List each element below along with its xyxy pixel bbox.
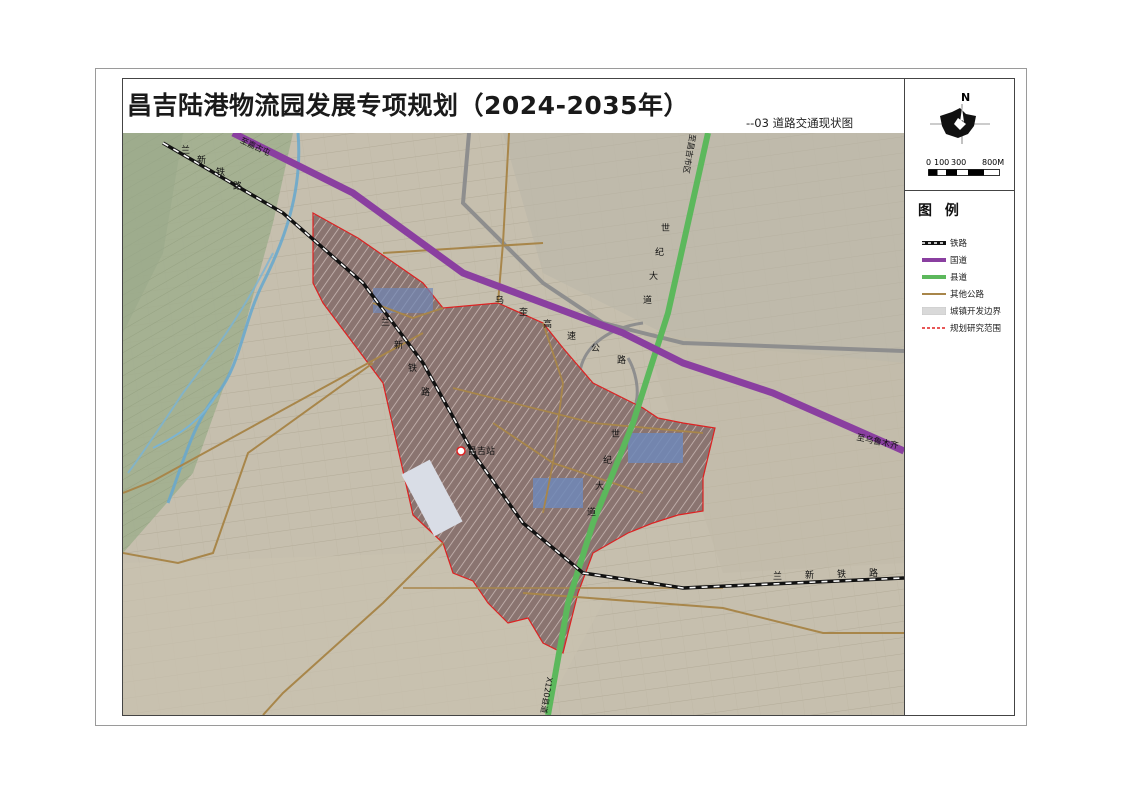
scale-bar xyxy=(928,169,1000,176)
label-avenue-south-2: 纪 xyxy=(603,456,613,466)
label-station: 昌吉站 xyxy=(468,447,496,457)
north-arrow-icon xyxy=(930,104,990,144)
map-area: 兰 新 铁 路 兰 新 铁 路 兰 新 铁 路 乌 奎 高 速 公 路 世 纪 … xyxy=(123,133,904,715)
label-expressway-5: 公 xyxy=(591,344,601,354)
label-avenue-north-4: 道 xyxy=(643,296,653,306)
label-expressway-3: 高 xyxy=(543,320,553,330)
north-label: N xyxy=(961,91,971,104)
label-rail-east-1: 兰 xyxy=(773,572,783,582)
legend-national-road-icon xyxy=(922,258,946,262)
legend-label-planning-scope: 规划研究范围 xyxy=(950,324,1002,334)
label-avenue-north-1: 世 xyxy=(661,224,671,234)
label-expressway-2: 奎 xyxy=(519,308,529,318)
legend-item-other-road: 其他公路 xyxy=(922,287,1012,301)
map-svg xyxy=(123,133,904,715)
warehouse-block xyxy=(533,478,583,508)
legend-item-urban-boundary: 城镇开发边界 xyxy=(922,304,1012,318)
label-expressway-4: 速 xyxy=(567,332,577,342)
label-avenue-south-4: 道 xyxy=(587,508,597,518)
legend-label-railway: 铁路 xyxy=(950,239,968,249)
legend-label-urban-boundary: 城镇开发边界 xyxy=(950,307,1002,317)
page-title: 昌吉陆港物流园发展专项规划（2024-2035年） xyxy=(127,91,690,120)
label-rail-east-4: 路 xyxy=(869,569,879,579)
label-rail-east-3: 铁 xyxy=(837,570,847,580)
label-expressway-1: 乌 xyxy=(495,296,505,306)
legend-title: 图 例 xyxy=(918,203,963,219)
label-rail-north-3: 铁 xyxy=(216,168,226,178)
label-rail-north-2: 新 xyxy=(197,156,207,166)
legend-other-road-icon xyxy=(922,293,946,295)
legend-item-county-road: 县道 xyxy=(922,270,1012,284)
scale-tick-100: 100 xyxy=(934,158,950,167)
legend-county-road-icon xyxy=(922,275,946,279)
legend-urban-boundary-icon xyxy=(922,307,946,315)
label-avenue-north-2: 纪 xyxy=(655,248,665,258)
label-rail-north-1: 兰 xyxy=(181,146,191,156)
scale-tick-300: 300 xyxy=(951,158,967,167)
legend-item-national-road: 国道 xyxy=(922,253,1012,267)
legend-label-national-road: 国道 xyxy=(950,256,968,266)
scale-tick-800: 800M xyxy=(982,158,1005,167)
side-separator xyxy=(905,190,1015,191)
legend-label-county-road: 县道 xyxy=(950,273,968,283)
legend-planning-scope-icon xyxy=(922,327,946,329)
scale-tick-0: 0 xyxy=(926,158,932,167)
legend-item-planning-scope: 规划研究范围 xyxy=(922,321,1012,335)
warehouse-block-east xyxy=(628,433,683,463)
label-rail-inner-3: 铁 xyxy=(408,364,418,374)
label-rail-north-4: 路 xyxy=(233,182,243,192)
station-marker xyxy=(456,446,466,456)
legend-label-other-road: 其他公路 xyxy=(950,290,985,300)
label-avenue-south-3: 大 xyxy=(595,482,605,492)
label-rail-inner-2: 新 xyxy=(394,341,404,351)
legend-railway-icon xyxy=(922,241,946,245)
label-expressway-6: 路 xyxy=(617,356,627,366)
label-rail-east-2: 新 xyxy=(805,571,815,581)
label-rail-inner-1: 兰 xyxy=(381,318,391,328)
legend-item-railway: 铁路 xyxy=(922,236,1012,250)
label-avenue-south-1: 世 xyxy=(611,430,621,440)
map-subtitle: --03 道路交通现状图 xyxy=(746,116,854,130)
label-avenue-north-3: 大 xyxy=(649,272,659,282)
label-rail-inner-4: 路 xyxy=(421,388,431,398)
